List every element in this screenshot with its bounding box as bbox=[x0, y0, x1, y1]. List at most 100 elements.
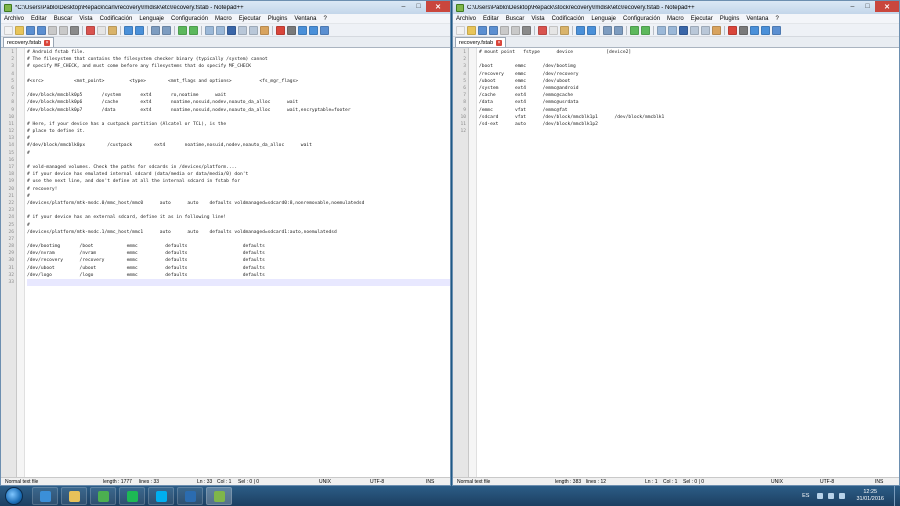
code-line[interactable]: /dev/logo /logo emmc defaults defaults bbox=[27, 272, 450, 279]
code-line[interactable]: # bbox=[27, 193, 450, 200]
code-line[interactable]: /dev/bootimg /boot emmc defaults default… bbox=[27, 243, 450, 250]
play-macro-icon[interactable] bbox=[298, 25, 307, 35]
document-map-icon[interactable] bbox=[260, 25, 269, 35]
taskbar-app-spotify[interactable] bbox=[119, 487, 145, 505]
code-line[interactable]: # use the next line, and don't define at… bbox=[27, 178, 450, 185]
notepadpp-window-right[interactable]: C:\Users\Pablo\Desktop\Repack\stockrecov… bbox=[452, 0, 900, 486]
paste-icon[interactable] bbox=[560, 25, 569, 35]
word-wrap-icon[interactable] bbox=[679, 25, 688, 35]
menu-macro[interactable]: Macro bbox=[215, 16, 232, 22]
replace-icon[interactable] bbox=[162, 25, 171, 35]
menu-plugins[interactable]: Plugins bbox=[268, 16, 288, 22]
stop-macro-icon[interactable] bbox=[287, 25, 296, 35]
code-line[interactable]: # The filesystem that contains the files… bbox=[27, 56, 450, 63]
code-line[interactable]: /cache ext4 /emmc@cache bbox=[479, 92, 899, 99]
taskbar-app-skype[interactable] bbox=[148, 487, 174, 505]
word-wrap-icon[interactable] bbox=[227, 25, 236, 35]
menu-lenguaje[interactable]: Lenguaje bbox=[139, 16, 164, 22]
run-macro-multiple-icon[interactable] bbox=[761, 25, 770, 35]
close-file-icon[interactable] bbox=[48, 25, 57, 35]
code-line[interactable] bbox=[27, 279, 450, 287]
save-icon[interactable] bbox=[26, 25, 35, 35]
menu-codificacion[interactable]: Codificación bbox=[552, 16, 585, 22]
title-bar[interactable]: *C:\Users\Pablo\Desktop\Repack\carlvreco… bbox=[1, 1, 450, 14]
menu-buscar[interactable]: Buscar bbox=[54, 16, 73, 22]
open-file-icon[interactable] bbox=[15, 25, 24, 35]
code-line[interactable]: # specify MF_CHECK, and must come before… bbox=[27, 63, 450, 70]
code-line[interactable] bbox=[479, 56, 899, 63]
zoom-out-icon[interactable] bbox=[641, 25, 650, 35]
stop-macro-icon[interactable] bbox=[739, 25, 748, 35]
tab-close-icon[interactable]: × bbox=[44, 39, 51, 46]
code-line[interactable]: /dev/recovery /recovery emmc defaults de… bbox=[27, 257, 450, 264]
code-line[interactable]: /sd-ext auto /dev/block/mmcblk1p2 bbox=[479, 121, 899, 128]
code-line[interactable]: /uboot emmc /dev/uboot bbox=[479, 78, 899, 85]
show-hidden-icons-icon[interactable] bbox=[817, 493, 824, 499]
print-icon[interactable] bbox=[70, 25, 79, 35]
minimize-button[interactable]: – bbox=[396, 1, 411, 12]
show-desktop-button[interactable] bbox=[894, 486, 900, 506]
notepadpp-window-left[interactable]: *C:\Users\Pablo\Desktop\Repack\carlvreco… bbox=[0, 0, 451, 486]
zoom-out-icon[interactable] bbox=[189, 25, 198, 35]
code-line[interactable] bbox=[27, 157, 450, 164]
network-icon[interactable] bbox=[828, 493, 835, 499]
taskbar-app-chrome[interactable] bbox=[90, 487, 116, 505]
menu-plugins[interactable]: Plugins bbox=[720, 16, 740, 22]
play-macro-icon[interactable] bbox=[750, 25, 759, 35]
code-line[interactable]: # bbox=[27, 150, 450, 157]
menu-archivo[interactable]: Archivo bbox=[4, 16, 24, 22]
undo-icon[interactable] bbox=[576, 25, 585, 35]
code-line[interactable]: /dev/block/mmcblk0p5 /system ext4 ro,noa… bbox=[27, 92, 450, 99]
tab-close-icon[interactable]: × bbox=[496, 39, 503, 46]
start-button[interactable] bbox=[5, 487, 23, 505]
close-all-icon[interactable] bbox=[511, 25, 520, 35]
close-all-icon[interactable] bbox=[59, 25, 68, 35]
close-button[interactable]: ✕ bbox=[426, 1, 450, 12]
open-file-icon[interactable] bbox=[467, 25, 476, 35]
menu-ventana[interactable]: Ventana bbox=[294, 16, 316, 22]
menu-buscar[interactable]: Buscar bbox=[506, 16, 525, 22]
fold-margin[interactable] bbox=[17, 48, 25, 477]
taskbar-app-explorer[interactable] bbox=[61, 487, 87, 505]
cut-icon[interactable] bbox=[86, 25, 95, 35]
clock[interactable]: 12:25 31/01/2016 bbox=[856, 489, 884, 503]
save-all-icon[interactable] bbox=[489, 25, 498, 35]
code-line[interactable]: # if your device has an external sdcard,… bbox=[27, 214, 450, 221]
maximize-button[interactable]: □ bbox=[860, 1, 875, 12]
zoom-in-icon[interactable] bbox=[178, 25, 187, 35]
record-macro-icon[interactable] bbox=[728, 25, 737, 35]
save-all-icon[interactable] bbox=[37, 25, 46, 35]
code-line[interactable]: # Here, if your device has a custpack pa… bbox=[27, 121, 450, 128]
sync-horizontal-icon[interactable] bbox=[216, 25, 225, 35]
undo-icon[interactable] bbox=[124, 25, 133, 35]
fold-margin[interactable] bbox=[469, 48, 477, 477]
indent-guide-icon[interactable] bbox=[249, 25, 258, 35]
replace-icon[interactable] bbox=[614, 25, 623, 35]
close-button[interactable]: ✕ bbox=[875, 1, 899, 12]
close-file-icon[interactable] bbox=[500, 25, 509, 35]
cut-icon[interactable] bbox=[538, 25, 547, 35]
menu-lenguaje[interactable]: Lenguaje bbox=[591, 16, 616, 22]
code-line[interactable]: /devices/platform/mtk-msdc.0/mmc_host/mm… bbox=[27, 200, 450, 207]
code-line[interactable] bbox=[27, 114, 450, 121]
sync-horizontal-icon[interactable] bbox=[668, 25, 677, 35]
code-line[interactable]: /dev/block/mmcblk0p6 /cache ext4 noatime… bbox=[27, 99, 450, 106]
code-line[interactable]: /data ext4 /emmc@usrdata bbox=[479, 99, 899, 106]
sync-vertical-icon[interactable] bbox=[205, 25, 214, 35]
code-line[interactable]: /devices/platform/mtk-msdc.1/mmc_host/mm… bbox=[27, 229, 450, 236]
paste-icon[interactable] bbox=[108, 25, 117, 35]
code-line[interactable] bbox=[27, 207, 450, 214]
save-icon[interactable] bbox=[478, 25, 487, 35]
menu-macro[interactable]: Macro bbox=[667, 16, 684, 22]
code-line[interactable]: /system ext4 /emmc@android bbox=[479, 85, 899, 92]
indent-guide-icon[interactable] bbox=[701, 25, 710, 35]
menu-codificacion[interactable]: Codificación bbox=[100, 16, 133, 22]
run-macro-multiple-icon[interactable] bbox=[309, 25, 318, 35]
code-text[interactable]: # Android fstab file. # The filesystem th… bbox=[25, 48, 450, 477]
code-line[interactable] bbox=[479, 128, 899, 135]
editor-area[interactable]: 1 2 3 4 5 6 7 8 9 10 11 12 13 14 15 16 17 18 19 20 21 22 23 24 2… bbox=[1, 48, 450, 477]
menu-configuracion[interactable]: Configuración bbox=[171, 16, 208, 22]
tab-recovery-fstab[interactable]: recovery.fstab × bbox=[3, 37, 55, 47]
record-macro-icon[interactable] bbox=[276, 25, 285, 35]
find-icon[interactable] bbox=[151, 25, 160, 35]
